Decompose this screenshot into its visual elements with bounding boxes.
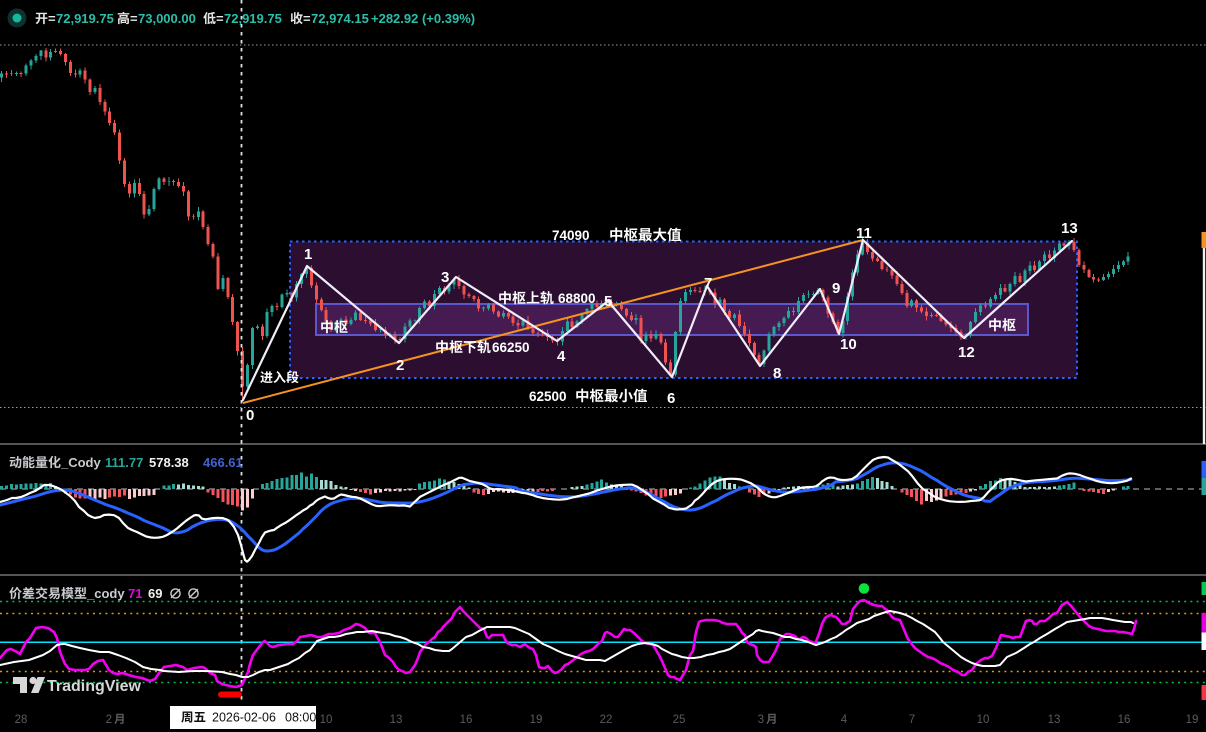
svg-text:12: 12 bbox=[958, 344, 975, 361]
svg-text:08:00: 08:00 bbox=[285, 711, 316, 725]
svg-text:5: 5 bbox=[604, 293, 612, 310]
svg-text:16: 16 bbox=[460, 714, 473, 726]
svg-text:2: 2 bbox=[396, 357, 404, 374]
svg-text:19: 19 bbox=[530, 714, 543, 726]
svg-text:19: 19 bbox=[1186, 714, 1199, 726]
svg-text:74090: 74090 bbox=[552, 228, 590, 243]
svg-text:+282.92 (+0.39%): +282.92 (+0.39%) bbox=[371, 11, 475, 26]
svg-text:7: 7 bbox=[909, 714, 915, 726]
svg-text:10: 10 bbox=[320, 714, 333, 726]
svg-text:578.38: 578.38 bbox=[149, 455, 189, 470]
svg-text:=: = bbox=[130, 11, 138, 26]
svg-text:9: 9 bbox=[832, 280, 840, 297]
svg-text:2026-02-06: 2026-02-06 bbox=[212, 711, 276, 725]
svg-text:71: 71 bbox=[128, 586, 142, 601]
svg-text:62500: 62500 bbox=[529, 389, 567, 404]
svg-text:13: 13 bbox=[1048, 714, 1061, 726]
svg-text:22: 22 bbox=[600, 714, 613, 726]
svg-text:25: 25 bbox=[673, 714, 686, 726]
svg-text:13: 13 bbox=[390, 714, 403, 726]
svg-text:66250: 66250 bbox=[492, 340, 530, 355]
svg-text:2: 2 bbox=[106, 714, 112, 726]
svg-text:72,919.75: 72,919.75 bbox=[56, 11, 114, 26]
svg-text:72,919.75: 72,919.75 bbox=[224, 11, 282, 26]
svg-text:=: = bbox=[216, 11, 224, 26]
svg-text:73,000.00: 73,000.00 bbox=[138, 11, 196, 26]
svg-text:4: 4 bbox=[841, 714, 848, 726]
svg-text:TradingView: TradingView bbox=[47, 678, 142, 695]
svg-text:=: = bbox=[48, 11, 56, 26]
svg-text:3: 3 bbox=[758, 714, 764, 726]
svg-text:72,974.15: 72,974.15 bbox=[311, 11, 369, 26]
svg-text:68800: 68800 bbox=[558, 291, 596, 306]
svg-text:13: 13 bbox=[1061, 220, 1078, 237]
svg-text:16: 16 bbox=[1118, 714, 1131, 726]
svg-text:4: 4 bbox=[557, 348, 566, 365]
svg-text:11: 11 bbox=[856, 225, 872, 242]
svg-text:0: 0 bbox=[246, 407, 254, 424]
svg-text:7: 7 bbox=[704, 275, 712, 292]
svg-text:10: 10 bbox=[840, 336, 857, 353]
svg-text:466.61: 466.61 bbox=[203, 455, 243, 470]
svg-text:69: 69 bbox=[148, 586, 162, 601]
svg-text:3: 3 bbox=[441, 269, 449, 286]
svg-text:111.77: 111.77 bbox=[105, 455, 143, 470]
svg-text:10: 10 bbox=[977, 714, 990, 726]
svg-text:6: 6 bbox=[667, 390, 675, 407]
svg-text:28: 28 bbox=[15, 714, 28, 726]
svg-text:1: 1 bbox=[304, 246, 312, 263]
svg-text:=: = bbox=[303, 11, 311, 26]
svg-text:_cody: _cody bbox=[86, 586, 125, 601]
svg-text:8: 8 bbox=[773, 365, 781, 382]
svg-text:_Cody: _Cody bbox=[60, 455, 102, 470]
